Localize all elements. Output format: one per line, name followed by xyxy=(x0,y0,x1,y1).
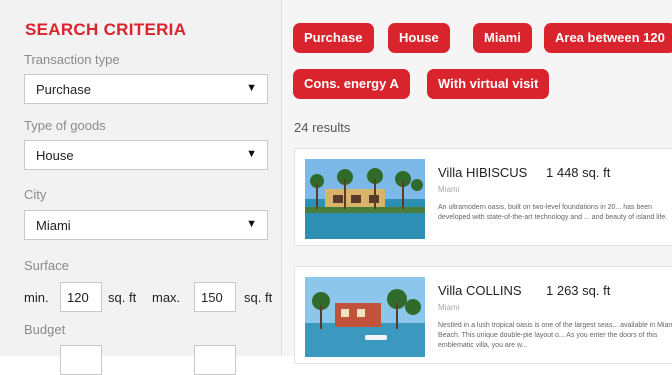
surface-max-input[interactable]: 150 xyxy=(194,282,236,312)
budget-max-input[interactable] xyxy=(194,345,236,375)
goods-type-label: Type of goods xyxy=(24,118,106,133)
city-label: City xyxy=(24,187,47,202)
transaction-type-select[interactable]: Purchase ▼ xyxy=(24,74,268,104)
filter-chip-purchase[interactable]: Purchase xyxy=(293,23,374,53)
surface-min-label: min. xyxy=(24,290,49,305)
chevron-down-icon: ▼ xyxy=(246,148,257,160)
budget-label: Budget xyxy=(24,322,66,337)
listing-card[interactable]: Villa COLLINS 1 263 sq. ft Miami Nestled… xyxy=(294,266,672,364)
goods-type-select[interactable]: House ▼ xyxy=(24,140,268,170)
listing-name: Villa COLLINS xyxy=(438,283,522,298)
surface-max-unit: sq. ft xyxy=(244,290,273,305)
listing-photo xyxy=(305,159,425,239)
surface-label: Surface xyxy=(24,258,69,273)
goods-type-value: House xyxy=(36,148,74,163)
chevron-down-icon: ▼ xyxy=(246,82,257,94)
listing-city: Miami xyxy=(438,185,460,194)
listing-card[interactable]: Villa HIBISCUS 1 448 sq. ft Miami An ult… xyxy=(294,148,672,246)
listing-area: 1 448 sq. ft xyxy=(546,165,611,180)
listing-name: Villa HIBISCUS xyxy=(438,165,528,180)
surface-max-label: max. xyxy=(152,290,181,305)
surface-min-input[interactable]: 120 xyxy=(60,282,102,312)
city-value: Miami xyxy=(36,218,71,233)
surface-min-unit: sq. ft xyxy=(108,290,137,305)
transaction-type-label: Transaction type xyxy=(24,52,120,67)
results-count: 24 results xyxy=(294,120,351,135)
budget-min-input[interactable] xyxy=(60,345,102,375)
search-criteria-panel: SEARCH CRITERIA Transaction type Purchas… xyxy=(0,0,282,375)
filter-chip-area[interactable]: Area between 120 xyxy=(544,23,672,53)
listing-city: Miami xyxy=(438,303,460,312)
filter-chip-house[interactable]: House xyxy=(388,23,450,53)
filter-chip-energy[interactable]: Cons. energy A xyxy=(293,69,410,99)
filter-chip-miami[interactable]: Miami xyxy=(473,23,532,53)
listing-description: An ultramodern oasis, built on two-level… xyxy=(438,204,668,221)
transaction-type-value: Purchase xyxy=(36,82,91,97)
panel-title: SEARCH CRITERIA xyxy=(25,20,187,39)
filter-chip-virtual-visit[interactable]: With virtual visit xyxy=(427,69,550,99)
listing-description: Nestled in a lush tropical oasis is one … xyxy=(438,322,672,349)
city-select[interactable]: Miami ▼ xyxy=(24,210,268,240)
listing-area: 1 263 sq. ft xyxy=(546,283,611,298)
listing-photo xyxy=(305,277,425,357)
chevron-down-icon: ▼ xyxy=(246,218,257,230)
